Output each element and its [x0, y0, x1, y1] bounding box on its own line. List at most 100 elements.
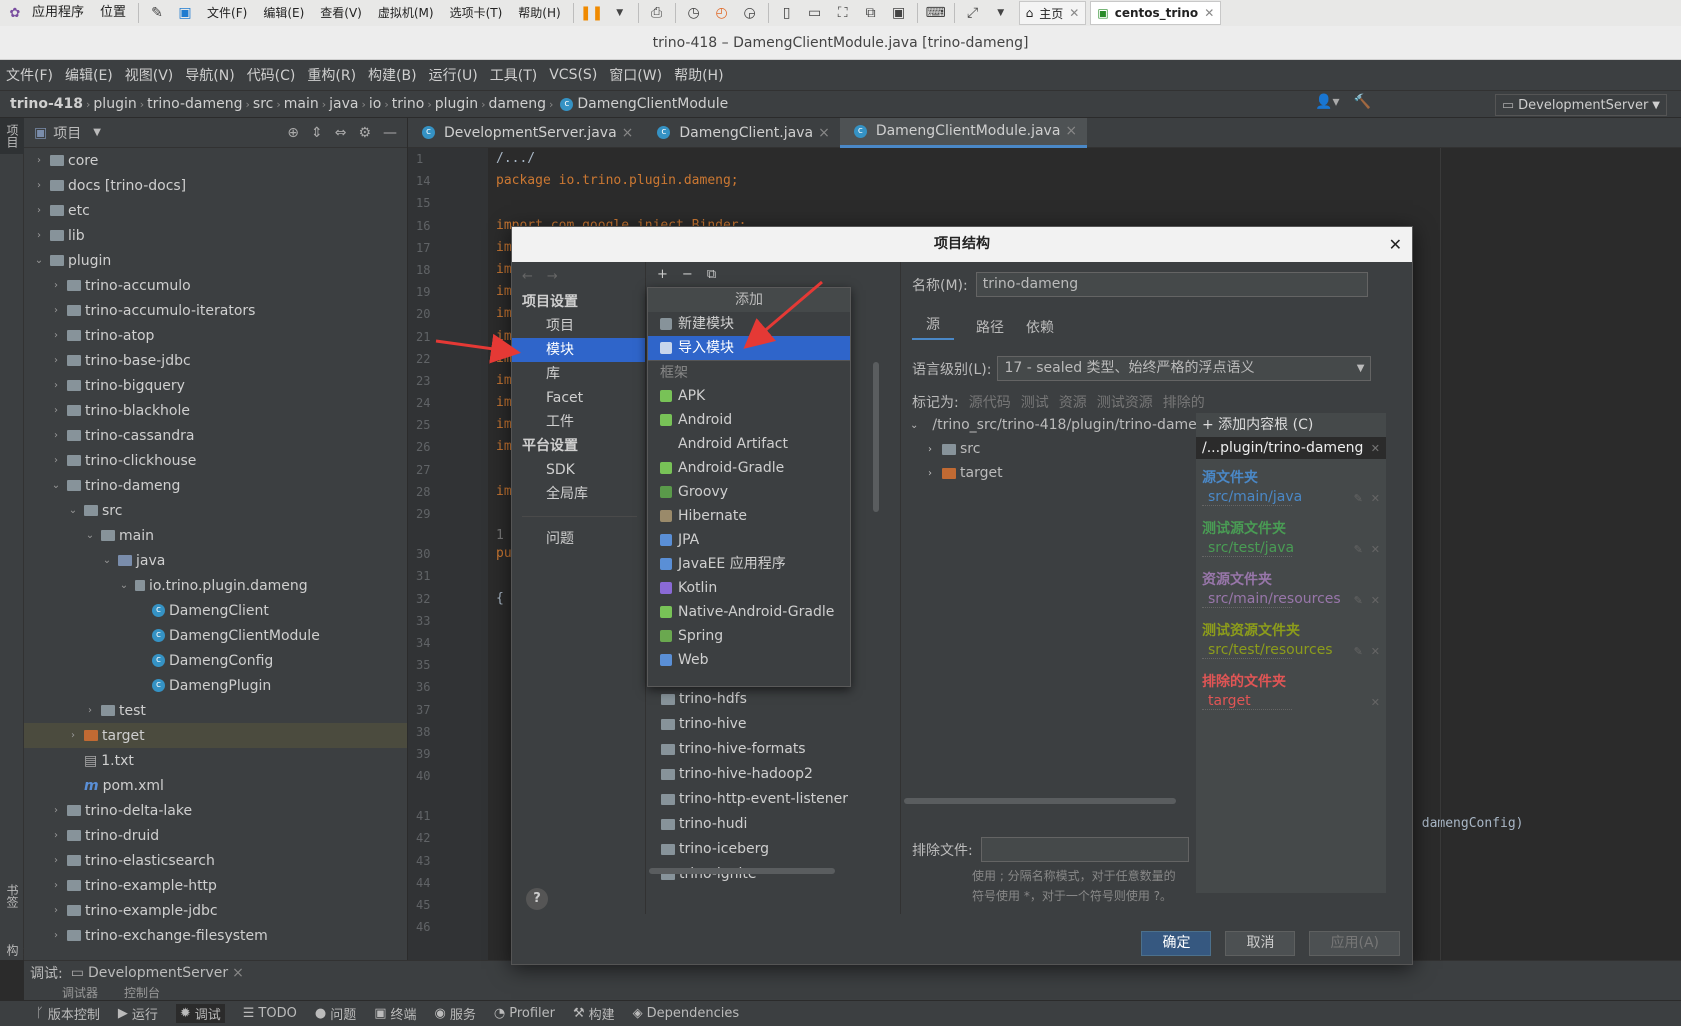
snapshot-icon[interactable]: ◷ — [683, 2, 705, 24]
tree-item[interactable]: › trino-base-jdbc — [24, 348, 407, 373]
folder-path[interactable]: src/test/resources — [1202, 642, 1333, 659]
project-panel-title[interactable]: 项目 — [53, 123, 81, 143]
sidebar-item-project[interactable]: 项目 — [512, 314, 645, 338]
tree-item[interactable]: ▤ 1.txt — [24, 748, 407, 773]
tool-dependencies[interactable]: ◈ Dependencies — [633, 1006, 740, 1021]
menu-item-framework[interactable]: Groovy — [648, 480, 850, 504]
close-icon[interactable]: × — [818, 125, 830, 141]
edit-icon[interactable]: ✎ — [1354, 543, 1363, 556]
breadcrumb-item[interactable]: java — [329, 96, 358, 112]
tree-item-target[interactable]: › target — [902, 461, 1196, 485]
revert-snapshot-icon[interactable]: ◴ — [711, 2, 733, 24]
chevron-right-icon[interactable]: › — [49, 305, 63, 316]
folder-path[interactable]: src/main/resources — [1202, 591, 1341, 608]
menu-file[interactable]: 文件(F) — [0, 65, 59, 85]
tree-item[interactable]: › etc — [24, 198, 407, 223]
send-keys-icon[interactable]: ⎙ — [646, 2, 668, 24]
tree-item[interactable]: › trino-example-jdbc — [24, 898, 407, 923]
close-icon[interactable]: ✕ — [1371, 492, 1380, 505]
snapshot-manager-icon[interactable]: ◶ — [739, 2, 761, 24]
collapse-all-icon[interactable]: ⇔ — [335, 125, 347, 141]
chevron-right-icon[interactable]: › — [49, 830, 63, 841]
close-icon[interactable]: ✕ — [1204, 6, 1214, 20]
console-tab[interactable]: 控制台 — [124, 984, 160, 1001]
chevron-down-icon[interactable]: ⌄ — [83, 530, 97, 541]
dropdown-icon[interactable]: ▼ — [609, 2, 631, 24]
remove-icon[interactable]: − — [682, 267, 693, 282]
close-icon[interactable]: ✕ — [1371, 442, 1380, 455]
menu-tools[interactable]: 工具(T) — [484, 65, 543, 85]
thumbnail-icon[interactable]: ▭ — [804, 2, 826, 24]
vm-menu-view[interactable]: 查看(V) — [312, 0, 370, 26]
menu-code[interactable]: 代码(C) — [241, 65, 302, 85]
chevron-down-icon[interactable]: ⌄ — [100, 555, 114, 566]
scrollbar[interactable] — [873, 362, 879, 512]
vm-menu-vm[interactable]: 虚拟机(M) — [370, 0, 442, 26]
tool-todo[interactable]: ☰ TODO — [243, 1006, 297, 1021]
chevron-right-icon[interactable]: › — [49, 380, 63, 391]
tree-item[interactable]: › trino-elasticsearch — [24, 848, 407, 873]
menu-vcs[interactable]: VCS(S) — [543, 67, 603, 83]
tree-item[interactable]: ⌄ io.trino.plugin.dameng — [24, 573, 407, 598]
tab-sources[interactable]: 源 — [912, 314, 954, 340]
gear-icon[interactable]: ⚙ — [358, 125, 371, 141]
menu-view[interactable]: 视图(V) — [119, 65, 180, 85]
chevron-right-icon[interactable]: › — [83, 705, 97, 716]
chevron-right-icon[interactable]: › — [49, 880, 63, 891]
sidebar-item-sdk[interactable]: SDK — [512, 458, 645, 482]
sidebar-item-artifacts[interactable]: 工件 — [512, 410, 645, 434]
tool-tab-project[interactable]: 项目 — [0, 118, 25, 154]
language-level-select[interactable]: 17 - sealed 类型、始终严格的浮点语义 ▼ — [997, 356, 1372, 381]
tool-problems[interactable]: ● 问题 — [315, 1004, 356, 1023]
dropdown-icon[interactable]: ▼ — [990, 2, 1012, 24]
chevron-right-icon[interactable]: › — [66, 730, 80, 741]
horizontal-scrollbar[interactable] — [649, 868, 835, 874]
sidebar-item-modules[interactable]: 模块 — [512, 338, 645, 362]
menu-edit[interactable]: 编辑(E) — [59, 65, 119, 85]
breadcrumb-item[interactable]: trino — [392, 96, 425, 112]
applications-menu[interactable]: 应用程序 — [24, 0, 92, 26]
tree-item[interactable]: › trino-delta-lake — [24, 798, 407, 823]
chevron-right-icon[interactable]: › — [49, 805, 63, 816]
tab-development-server[interactable]: c DevelopmentServer.java × — [408, 118, 643, 148]
content-root[interactable]: ⌄ /trino_src/trino-418/plugin/trino-damen… — [902, 413, 1196, 437]
tree-item[interactable]: › trino-atop — [24, 323, 407, 348]
close-icon[interactable]: × — [622, 125, 634, 141]
menu-item-framework[interactable]: Android Artifact — [648, 432, 850, 456]
sidebar-item-problems[interactable]: 问题 — [512, 527, 645, 551]
tree-item[interactable]: › trino-exchange-filesystem — [24, 923, 407, 948]
build-hammer-icon[interactable]: 🔨 — [1354, 94, 1371, 110]
fullscreen-icon[interactable]: ⛶ — [832, 2, 854, 24]
pin-icon[interactable]: ✎ — [146, 2, 168, 24]
chevron-right-icon[interactable]: › — [49, 930, 63, 941]
edit-icon[interactable]: ✎ — [1354, 492, 1363, 505]
tab-home[interactable]: ⌂ 主页 ✕ — [1018, 1, 1087, 25]
folder-path[interactable]: src/test/java — [1202, 540, 1294, 557]
stretch-icon[interactable]: ⤢ — [962, 2, 984, 24]
breadcrumb-item[interactable]: DamengClientModule — [577, 96, 728, 112]
folder-path[interactable]: src/main/java — [1202, 489, 1302, 506]
chevron-down-icon[interactable]: ⌄ — [49, 480, 63, 491]
edit-icon[interactable]: ✎ — [1354, 645, 1363, 658]
tree-item[interactable]: › docs [trino-docs] — [24, 173, 407, 198]
tree-item[interactable]: › trino-druid — [24, 823, 407, 848]
tree-item[interactable]: ⌄ trino-dameng — [24, 473, 407, 498]
mark-sources[interactable]: 源代码 — [969, 392, 1011, 412]
tree-item[interactable]: c DamengClientModule — [24, 623, 407, 648]
tree-item-src[interactable]: › src — [902, 437, 1196, 461]
breadcrumb-item[interactable]: plugin — [435, 96, 478, 112]
tool-build[interactable]: ⚒ 构建 — [573, 1004, 615, 1023]
tree-item[interactable]: c DamengConfig — [24, 648, 407, 673]
copy-icon[interactable]: ⧉ — [707, 267, 716, 282]
menu-item-framework[interactable]: APK — [648, 384, 850, 408]
menu-build[interactable]: 构建(B) — [362, 65, 423, 85]
breadcrumb-item[interactable]: src — [253, 96, 273, 112]
folder-path[interactable]: target — [1202, 693, 1292, 710]
tab-dependencies[interactable]: 依赖 — [1026, 317, 1054, 337]
menu-item-framework[interactable]: Android-Gradle — [648, 456, 850, 480]
close-icon[interactable]: ✕ — [1371, 645, 1380, 658]
tree-item[interactable]: ⌄ main — [24, 523, 407, 548]
menu-item-framework[interactable]: Kotlin — [648, 576, 850, 600]
tree-item[interactable]: c DamengClient — [24, 598, 407, 623]
close-icon[interactable]: × — [232, 965, 244, 981]
